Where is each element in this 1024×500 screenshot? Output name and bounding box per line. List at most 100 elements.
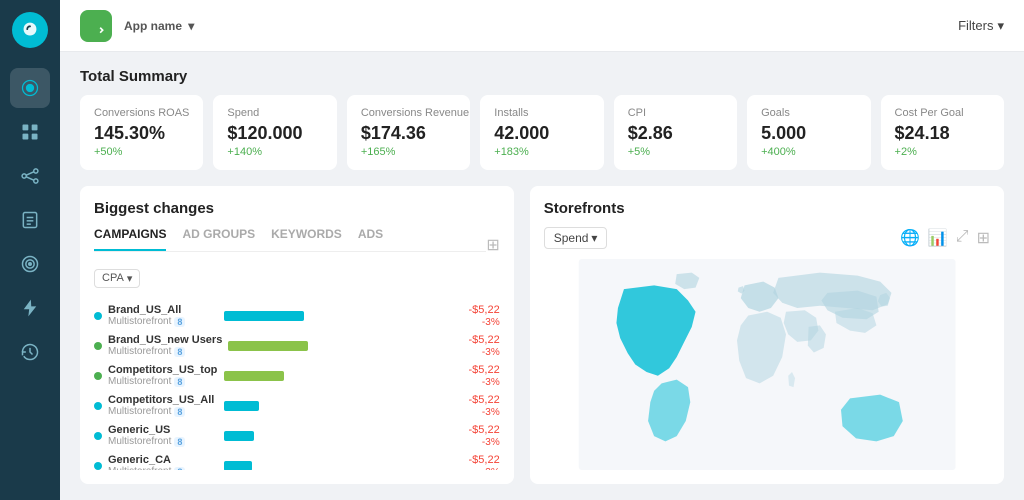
change-value: -$5,22: [469, 394, 500, 406]
summary-card: CPI $2.86 +5%: [614, 95, 737, 170]
change-value: -$5,22: [469, 454, 500, 466]
sidebar-item-dashboard[interactable]: [10, 112, 50, 152]
bar-teal: [224, 401, 259, 411]
campaign-sub: Multistorefront 8: [108, 346, 222, 357]
change-pct: -3%: [482, 467, 500, 471]
bar-container: [224, 459, 444, 471]
campaign-info: Generic_US Multistorefront 8: [108, 424, 218, 447]
sidebar-item-home[interactable]: [10, 68, 50, 108]
campaign-badge: 8: [174, 407, 185, 417]
campaign-list: Brand_US_All Multistorefront 8 -$5,22 -3…: [94, 304, 500, 471]
summary-cards: Conversions ROAS 145.30% +50% Spend $120…: [80, 95, 1004, 170]
sidebar-item-history[interactable]: [10, 332, 50, 372]
campaign-badge: 8: [174, 317, 185, 327]
change-pct: -3%: [482, 347, 500, 358]
card-value: $24.18: [895, 123, 990, 144]
cpa-arrow: ▾: [127, 272, 133, 285]
bar-green: [228, 341, 308, 351]
card-label: Cost Per Goal: [895, 107, 990, 119]
globe-icon[interactable]: 🌐: [900, 228, 920, 248]
card-label: CPI: [628, 107, 723, 119]
app-name-arrow: ▾: [188, 19, 194, 33]
bar-teal: [224, 461, 252, 471]
panels: Biggest changes CAMPAIGNS AD GROUPS KEYWOR…: [80, 186, 1004, 484]
bar-chart-icon[interactable]: 📊: [928, 228, 948, 248]
filters-arrow: ▾: [997, 18, 1004, 34]
campaign-name: Brand_US_All: [108, 304, 218, 316]
card-change: +50%: [94, 146, 189, 158]
change-pct: -3%: [482, 317, 500, 328]
campaign-dot: [94, 432, 102, 440]
campaign-sub: Multistorefront 8: [108, 316, 218, 327]
tab-ads[interactable]: ADS: [358, 227, 383, 251]
sidebar-item-target[interactable]: [10, 244, 50, 284]
storefront-icons: 🌐 📊 ⤢ ⊞: [900, 228, 990, 248]
campaign-dot: [94, 402, 102, 410]
sidebar-item-connections[interactable]: [10, 156, 50, 196]
campaign-change: -$5,22 -3%: [450, 454, 500, 471]
main-content: App name ▾ Filters ▾ Total Summary Conve…: [60, 0, 1024, 500]
campaign-change: -$5,22 -3%: [450, 424, 500, 448]
expand-icon[interactable]: ⤢: [956, 228, 969, 248]
app-name-button[interactable]: App name ▾: [122, 17, 194, 34]
campaign-badge: 8: [174, 467, 185, 471]
tab-options-icon[interactable]: ⊞: [486, 235, 499, 255]
bar-container: [224, 309, 444, 323]
campaign-change: -$5,22 -3%: [450, 364, 500, 388]
app-icon: [80, 10, 112, 42]
bar-container: [224, 369, 444, 383]
campaign-sub: Multistorefront 8: [108, 436, 218, 447]
card-label: Installs: [494, 107, 589, 119]
change-value: -$5,22: [469, 334, 500, 346]
campaign-change: -$5,22 -3%: [450, 334, 500, 358]
change-value: -$5,22: [469, 364, 500, 376]
card-value: $174.36: [361, 123, 456, 144]
change-pct: -3%: [482, 437, 500, 448]
content-area: Total Summary Conversions ROAS 145.30% +…: [60, 52, 1024, 500]
storefront-header: Spend ▾ 🌐 📊 ⤢ ⊞: [544, 227, 990, 249]
bar-container: [224, 429, 444, 443]
campaign-badge: 8: [174, 437, 185, 447]
cpa-dropdown[interactable]: CPA ▾: [94, 269, 140, 288]
campaign-info: Brand_US_new Users Multistorefront 8: [108, 334, 222, 357]
change-value: -$5,22: [469, 304, 500, 316]
card-change: +165%: [361, 146, 456, 158]
summary-title: Total Summary: [80, 68, 1004, 85]
card-change: +5%: [628, 146, 723, 158]
bar-teal: [224, 311, 304, 321]
biggest-changes-title: Biggest changes: [94, 200, 500, 217]
biggest-changes-panel: Biggest changes CAMPAIGNS AD GROUPS KEYWOR…: [80, 186, 514, 484]
campaign-row: Brand_US_new Users Multistorefront 8 -$5…: [94, 334, 500, 358]
campaign-info: Competitors_US_All Multistorefront 8: [108, 394, 218, 417]
card-change: +140%: [227, 146, 322, 158]
bar-container: [224, 399, 444, 413]
campaign-name: Generic_CA: [108, 454, 218, 466]
card-label: Spend: [227, 107, 322, 119]
sidebar-item-bolt[interactable]: [10, 288, 50, 328]
tab-keywords[interactable]: KEYWORDS: [271, 227, 342, 251]
campaign-name: Generic_US: [108, 424, 218, 436]
campaign-dot: [94, 312, 102, 320]
filters-button[interactable]: Filters ▾: [958, 18, 1004, 34]
tab-campaigns[interactable]: CAMPAIGNS: [94, 227, 166, 251]
storefronts-title: Storefronts: [544, 200, 990, 217]
bar-container: [228, 339, 443, 353]
sidebar-item-reports[interactable]: [10, 200, 50, 240]
cpa-label: CPA: [102, 272, 124, 284]
storefronts-panel: Storefronts Spend ▾ 🌐 📊 ⤢ ⊞: [530, 186, 1004, 484]
summary-card: Cost Per Goal $24.18 +2%: [881, 95, 1004, 170]
grid-icon[interactable]: ⊞: [977, 228, 990, 248]
campaign-info: Brand_US_All Multistorefront 8: [108, 304, 218, 327]
campaign-sub: Multistorefront 8: [108, 376, 218, 387]
world-map: [544, 259, 990, 470]
card-label: Conversions Revenue: [361, 107, 456, 119]
change-value: -$5,22: [469, 424, 500, 436]
spend-arrow: ▾: [591, 231, 597, 245]
spend-dropdown[interactable]: Spend ▾: [544, 227, 608, 249]
header: App name ▾ Filters ▾: [60, 0, 1024, 52]
card-label: Conversions ROAS: [94, 107, 189, 119]
change-pct: -3%: [482, 377, 500, 388]
tab-ad-groups[interactable]: AD GROUPS: [182, 227, 255, 251]
summary-card: Goals 5.000 +400%: [747, 95, 870, 170]
sidebar: [0, 0, 60, 500]
